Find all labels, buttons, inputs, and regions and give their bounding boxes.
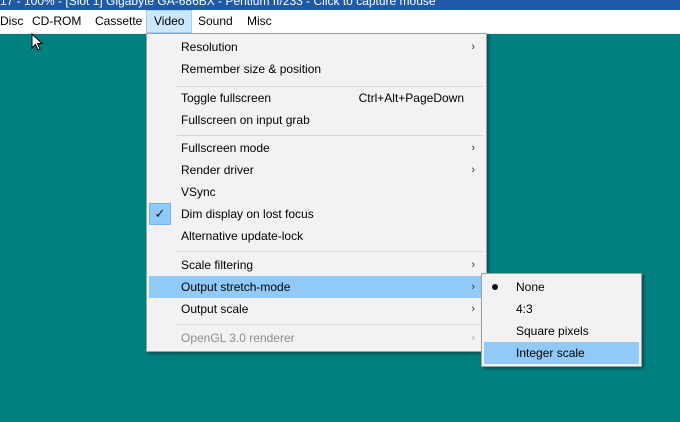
menu-item-label: Alternative update-lock [181,229,304,243]
chevron-right-icon: › [471,41,475,53]
video-menu: Resolution › Remember size & position To… [146,33,487,352]
submenu-item-label: Square pixels [516,324,589,338]
submenu-item-square-pixels[interactable]: Square pixels [484,320,639,342]
menu-item-label: Resolution [181,40,238,54]
mouse-pointer-icon [31,33,43,51]
menu-cassette[interactable]: Cassette [88,10,149,33]
menu-item-label: Output scale [181,302,249,316]
menu-item-opengl-renderer: OpenGL 3.0 renderer › [149,327,484,349]
menu-item-fullscreen-mode[interactable]: Fullscreen mode › [149,137,484,159]
menu-item-label: Render driver [181,163,254,177]
chevron-right-icon: › [471,142,475,154]
menu-item-label: Dim display on lost focus [181,207,314,221]
chevron-right-icon: › [471,164,475,176]
menu-item-remember-size[interactable]: Remember size & position [149,58,484,80]
chevron-right-icon: › [471,281,475,293]
window-title: 17 - 100% - [Slot 1] Gigabyte GA-686BX -… [0,0,436,8]
menu-item-vsync[interactable]: VSync [149,181,484,203]
menu-separator [177,324,483,325]
menu-item-label: VSync [181,185,216,199]
menu-separator [177,251,483,252]
menu-separator [177,135,483,136]
menu-item-fullscreen-input-grab[interactable]: Fullscreen on input grab [149,109,484,131]
submenu-item-label: 4:3 [516,302,533,316]
check-icon: ✓ [149,203,171,225]
menu-item-scale-filtering[interactable]: Scale filtering › [149,254,484,276]
menu-item-label: Output stretch-mode [181,280,291,294]
menu-video[interactable]: Video [146,10,193,33]
submenu-item-4-3[interactable]: 4:3 [484,298,639,320]
chevron-right-icon: › [471,303,475,315]
menu-item-alternative-update-lock[interactable]: Alternative update-lock [149,225,484,247]
menu-item-dim-display[interactable]: ✓ Dim display on lost focus [149,203,484,225]
submenu-item-integer-scale[interactable]: Integer scale [484,342,639,364]
window-titlebar: 17 - 100% - [Slot 1] Gigabyte GA-686BX -… [0,0,680,10]
menu-item-label: Remember size & position [181,62,322,76]
menu-item-shortcut: Ctrl+Alt+PageDown [358,91,464,105]
menu-item-label: Fullscreen on input grab [181,113,310,127]
menu-item-toggle-fullscreen[interactable]: Toggle fullscreen Ctrl+Alt+PageDown [149,87,484,109]
menu-item-output-stretch-mode[interactable]: Output stretch-mode › [149,276,484,298]
menu-item-resolution[interactable]: Resolution › [149,36,484,58]
menu-item-label: Fullscreen mode [181,141,270,155]
radio-bullet-icon [492,284,498,290]
submenu-item-label: Integer scale [516,346,585,360]
stretch-mode-submenu: None 4:3 Square pixels Integer scale [481,273,642,367]
menu-item-output-scale[interactable]: Output scale › [149,298,484,320]
menu-cd-rom[interactable]: CD-ROM [25,10,88,33]
menubar: Disc CD-ROM Cassette Video Sound Misc [0,10,680,34]
menu-item-render-driver[interactable]: Render driver › [149,159,484,181]
submenu-item-none[interactable]: None [484,276,639,298]
menu-item-label: OpenGL 3.0 renderer [181,331,295,345]
chevron-right-icon: › [471,259,475,271]
menu-misc[interactable]: Misc [240,10,279,33]
submenu-item-label: None [516,280,545,294]
menu-item-label: Scale filtering [181,258,254,272]
menu-item-label: Toggle fullscreen [181,91,272,105]
menu-sound[interactable]: Sound [191,10,240,33]
chevron-right-icon: › [471,332,475,344]
